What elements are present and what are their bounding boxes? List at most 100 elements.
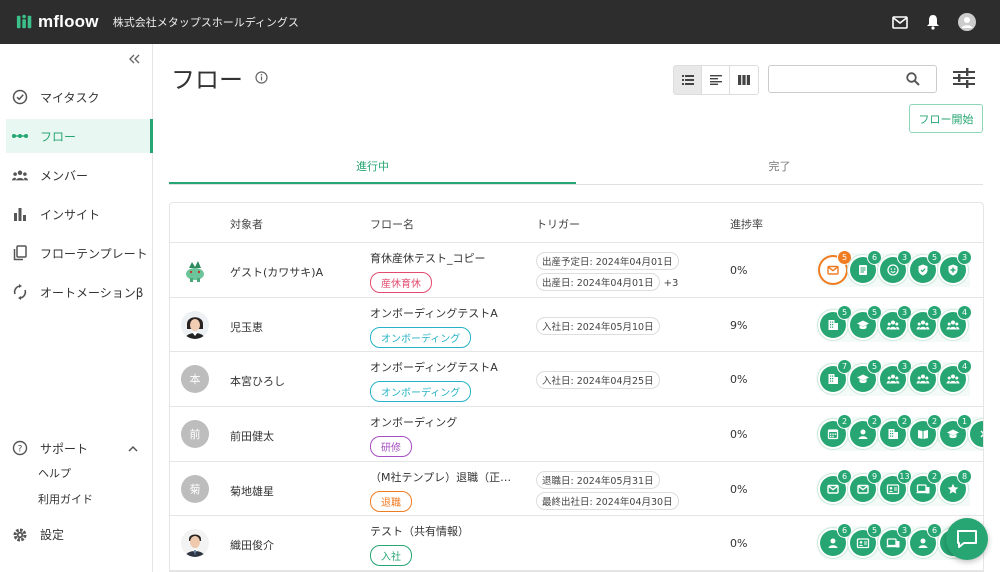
trigger-chip: 出産日: 2024年04月01日 xyxy=(536,273,660,291)
task-step[interactable]: 13 xyxy=(880,469,911,502)
task-step[interactable]: 4 xyxy=(940,305,971,338)
person-icon xyxy=(855,426,871,442)
task-step[interactable]: 7 xyxy=(820,360,851,393)
table-row[interactable]: 児玉恵 オンボーディングテストA オンボーディング 入社日: 2024年05月10日 9… xyxy=(170,298,983,353)
app-logo[interactable]: mfloow xyxy=(16,12,99,32)
task-count-badge: 2 xyxy=(868,415,881,429)
task-step[interactable]: 6 xyxy=(820,469,851,502)
info-icon[interactable] xyxy=(255,71,268,84)
task-step[interactable]: 6 xyxy=(850,251,881,283)
chat-button[interactable] xyxy=(946,518,988,560)
support-toggle[interactable]: ? サポート xyxy=(12,436,142,460)
task-step[interactable]: 5 xyxy=(820,251,851,283)
trigger-chip: 退職日: 2024年05月31日 xyxy=(536,470,660,489)
task-step[interactable]: 3 xyxy=(880,524,911,557)
task-step[interactable]: 2 xyxy=(910,415,941,448)
task-count-badge: 6 xyxy=(928,524,941,538)
search-input[interactable] xyxy=(777,66,907,92)
flow-cell: 育休産休テスト_コピー 産休育休 xyxy=(370,250,520,293)
flow-name[interactable]: オンボーディングテストA xyxy=(370,359,520,375)
tab-completed[interactable]: 完了 xyxy=(576,152,983,184)
list-view-button[interactable] xyxy=(674,66,702,94)
sidebar-item-mytask[interactable]: マイタスク xyxy=(0,80,152,114)
target-name: 本宮ひろし xyxy=(230,375,285,389)
task-count-badge: 3 xyxy=(898,305,911,319)
task-step[interactable]: 6 xyxy=(820,524,851,557)
start-flow-button[interactable]: フロー開始 xyxy=(909,104,983,133)
task-step[interactable]: 2 xyxy=(820,415,851,448)
task-step[interactable]: 2 xyxy=(850,415,881,448)
text-lines-icon xyxy=(709,75,722,85)
task-step[interactable]: 3 xyxy=(880,360,911,393)
table-row[interactable]: 前 前田健太 オンボーディング 研修 0% 2 2 2 2 1 xyxy=(170,407,983,462)
task-count-badge: 4 xyxy=(958,305,971,319)
sidebar-item-members[interactable]: メンバー xyxy=(0,158,152,192)
tab-in-progress[interactable]: 進行中 xyxy=(169,152,576,184)
task-step[interactable]: 8 xyxy=(940,469,971,502)
more-triggers-count[interactable]: +3 xyxy=(664,278,679,289)
task-step[interactable]: 1 xyxy=(940,415,971,448)
task-step[interactable] xyxy=(970,421,983,448)
flow-cell: オンボーディングテストA オンボーディング xyxy=(370,305,520,348)
task-count-badge: 3 xyxy=(898,251,911,264)
bar-chart-icon xyxy=(12,206,28,222)
task-step[interactable]: 5 xyxy=(850,524,881,557)
task-step[interactable]: 3 xyxy=(880,251,911,283)
task-step[interactable]: 5 xyxy=(820,305,851,338)
task-step[interactable]: 5 xyxy=(850,305,881,338)
user-avatar-icon[interactable] xyxy=(958,13,976,31)
sidebar-item-insight[interactable]: インサイト xyxy=(0,197,152,231)
task-step[interactable]: 4 xyxy=(940,360,971,393)
id-card-icon xyxy=(855,535,871,551)
detail-view-button[interactable] xyxy=(702,66,730,94)
sidebar-item-template[interactable]: フローテンプレート xyxy=(0,236,152,270)
task-count-badge: 3 xyxy=(928,305,941,319)
progress-rate: 0% xyxy=(730,482,748,496)
flow-name[interactable]: オンボーディング xyxy=(370,414,520,430)
task-step[interactable]: 3 xyxy=(910,305,941,338)
sidebar-nav: マイタスク フロー メンバー インサイト フローテンプレート オートメーションβ xyxy=(0,80,153,314)
table-row[interactable]: 菊 菊地雄星 （M社テンプレ）退職（正社員... 退職 退職日: 2024年05月31日… xyxy=(170,462,983,517)
guide-link[interactable]: 利用ガイド xyxy=(38,486,142,512)
flow-name[interactable]: （M社テンプレ）退職（正社員... xyxy=(370,469,520,485)
search-icon[interactable] xyxy=(906,72,920,86)
filter-settings-icon[interactable] xyxy=(953,68,975,88)
flow-name[interactable]: テスト（共有情報） xyxy=(370,523,520,539)
app-header: mfloow 株式会社メタップスホールディングス xyxy=(0,0,1000,44)
task-step[interactable]: 5 xyxy=(910,251,941,283)
board-view-button[interactable] xyxy=(730,66,758,94)
trigger-chip: 出産予定日: 2024年04月01日 xyxy=(536,252,679,270)
trigger-cell: 入社日: 2024年04月25日 xyxy=(536,371,660,392)
flow-name[interactable]: オンボーディングテストA xyxy=(370,305,520,321)
task-steps: 2 2 2 2 1 xyxy=(816,415,983,452)
collapse-sidebar-icon[interactable] xyxy=(128,52,140,68)
task-step[interactable]: 3 xyxy=(880,305,911,338)
task-step[interactable]: 6 xyxy=(910,524,941,557)
task-step[interactable]: 5 xyxy=(850,360,881,393)
page-title: フロー xyxy=(171,60,268,95)
trigger-cell: 出産予定日: 2024年04月01日 出産日: 2024年04月01日 +3 xyxy=(536,252,679,294)
task-step[interactable]: 2 xyxy=(880,415,911,448)
table-row[interactable]: 織田俊介 テスト（共有情報） 入社 0% 6 5 3 6 xyxy=(170,516,983,571)
bell-icon[interactable] xyxy=(926,14,940,30)
progress-rate: 0% xyxy=(730,264,748,277)
mail-icon[interactable] xyxy=(892,15,908,29)
table-row[interactable]: 本 本宮ひろし オンボーディングテストA オンボーディング 入社日: 2024年04月2… xyxy=(170,352,983,408)
task-step[interactable]: 3 xyxy=(940,251,971,283)
table-body: ゲスト(カワサキ)A 育休産休テスト_コピー 産休育休 出産予定日: 2024年04月… xyxy=(170,243,983,571)
group-icon xyxy=(915,371,931,387)
devices-icon xyxy=(885,535,901,551)
support-section: ? サポート ヘルプ 利用ガイド xyxy=(12,436,142,512)
shield-plus-icon xyxy=(945,262,961,278)
task-step[interactable]: 3 xyxy=(910,360,941,393)
table-row[interactable]: ゲスト(カワサキ)A 育休産休テスト_コピー 産休育休 出産予定日: 2024年04月… xyxy=(170,243,983,298)
devices-icon xyxy=(915,481,931,497)
task-step[interactable]: 9 xyxy=(850,469,881,502)
status-tabs: 進行中 完了 xyxy=(169,152,983,185)
sidebar-item-flow[interactable]: フロー xyxy=(6,119,153,153)
flow-name[interactable]: 育休産休テスト_コピー xyxy=(370,250,520,266)
task-step[interactable]: 2 xyxy=(910,469,941,502)
help-link[interactable]: ヘルプ xyxy=(38,460,142,486)
settings-link[interactable]: 設定 xyxy=(12,526,64,543)
sidebar-item-automation[interactable]: オートメーションβ xyxy=(0,275,152,309)
